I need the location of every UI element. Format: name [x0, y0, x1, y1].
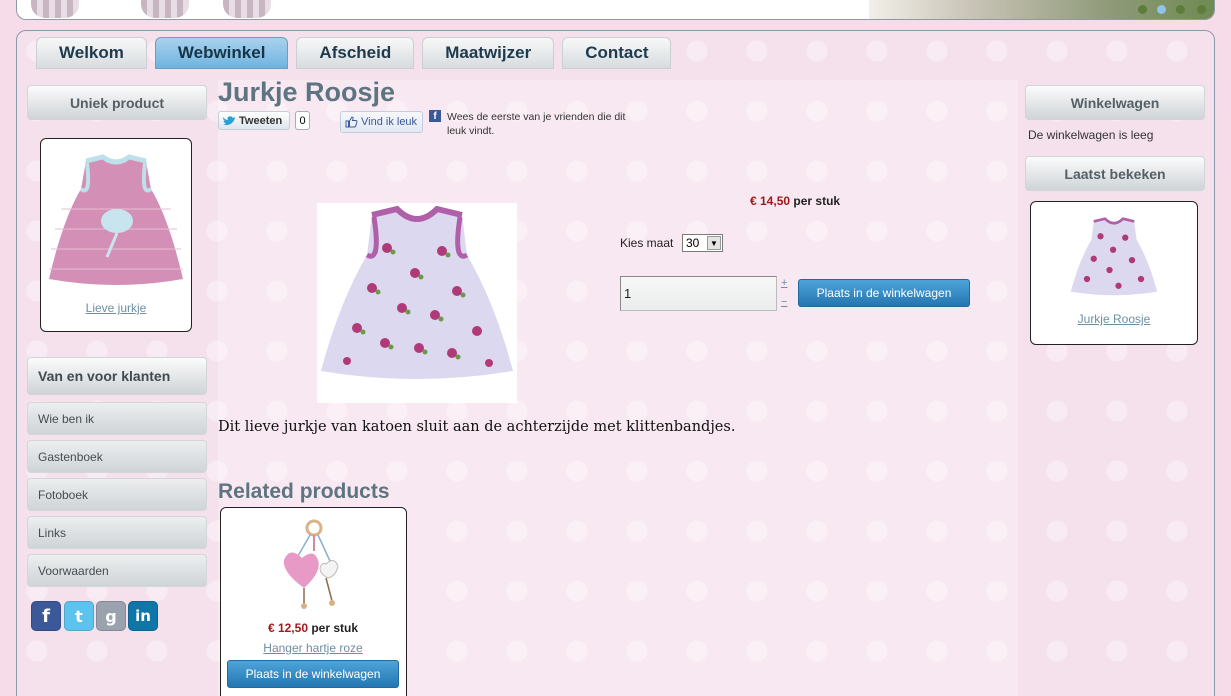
related-price-unit: per stuk — [311, 621, 359, 635]
facebook-social-text: Wees de eerste van je vrienden die dit l… — [447, 111, 626, 137]
unique-product-card: Lieve jurkje — [40, 138, 192, 332]
recent-dress-image[interactable] — [1069, 216, 1159, 306]
tab-contact[interactable]: Contact — [562, 37, 672, 69]
twitter-bird-icon — [223, 115, 235, 125]
related-product-price: € 12,50 per stuk — [220, 621, 406, 635]
price-amount: € 14,50 — [750, 194, 791, 208]
facebook-small-icon: f — [429, 110, 441, 122]
related-add-to-cart-button[interactable]: Plaats in de winkelwagen — [227, 660, 399, 688]
linkedin-icon[interactable]: in — [128, 601, 158, 631]
customers-heading: Van en voor klanten — [27, 357, 207, 395]
like-button[interactable]: Vind ik leuk — [340, 111, 423, 133]
banner-decoration — [141, 0, 189, 18]
add-to-cart-button[interactable]: Plaats in de winkelwagen — [798, 279, 970, 307]
unique-product-link[interactable]: Lieve jurkje — [86, 301, 147, 315]
banner-decoration — [223, 0, 271, 18]
recent-product-link[interactable]: Jurkje Roosje — [1078, 312, 1151, 326]
slide-dot[interactable] — [1157, 5, 1166, 14]
product-image[interactable] — [317, 203, 517, 403]
quantity-input[interactable] — [620, 276, 777, 311]
thumbs-up-icon — [345, 116, 358, 128]
tab-welkom[interactable]: Welkom — [36, 37, 147, 69]
size-label: Kies maat — [620, 236, 674, 250]
chevron-down-icon: ▼ — [707, 236, 721, 250]
product-description: Dit lieve jurkje van katoen sluit aan de… — [218, 419, 736, 435]
unique-product-heading: Uniek product — [27, 85, 207, 120]
related-price-amount: € 12,50 — [267, 621, 308, 635]
sidebar-item-fotoboek[interactable]: Fotoboek — [27, 478, 207, 511]
product-price: € 14,50 per stuk — [750, 194, 840, 208]
like-label: Vind ik leuk — [361, 116, 418, 128]
dress-image[interactable] — [41, 149, 191, 299]
twitter-icon[interactable]: t — [64, 601, 94, 631]
tweet-button[interactable]: Tweeten — [218, 111, 290, 130]
cart-heading: Winkelwagen — [1025, 85, 1205, 120]
facebook-icon[interactable]: f — [31, 601, 61, 631]
tweet-label: Tweeten — [239, 114, 283, 127]
recently-viewed-card: Jurkje Roosje — [1030, 201, 1198, 345]
tweet-count: 0 — [295, 111, 310, 130]
recently-viewed-heading: Laatst bekeken — [1025, 156, 1205, 191]
related-product-link[interactable]: Hanger hartje roze — [220, 641, 406, 655]
sidebar-item-wie-ben-ik[interactable]: Wie ben ik — [27, 402, 207, 435]
banner-decoration — [31, 0, 79, 18]
quantity-increase[interactable]: + — [781, 277, 787, 289]
product-title: Jurkje Roosje — [218, 77, 396, 107]
sidebar-item-voorwaarden[interactable]: Voorwaarden — [27, 554, 207, 587]
tab-webwinkel[interactable]: Webwinkel — [154, 37, 289, 69]
slide-dot[interactable] — [1176, 5, 1185, 14]
tab-afscheid[interactable]: Afscheid — [296, 37, 415, 69]
cart-empty-text: De winkelwagen is leeg — [1028, 128, 1154, 142]
price-unit: per stuk — [793, 194, 841, 208]
google-icon[interactable]: g — [96, 601, 126, 631]
header-banner — [16, 0, 1215, 20]
slide-dot[interactable] — [1197, 5, 1206, 14]
size-select[interactable]: 30 ▼ — [682, 234, 723, 252]
tab-maatwijzer[interactable]: Maatwijzer — [422, 37, 555, 69]
related-products-heading: Related products — [218, 480, 390, 503]
main-navigation: Welkom Webwinkel Afscheid Maatwijzer Con… — [36, 37, 672, 69]
sidebar-item-gastenboek[interactable]: Gastenboek — [27, 440, 207, 473]
size-value: 30 — [686, 236, 700, 250]
slide-dot[interactable] — [1138, 5, 1147, 14]
sidebar-item-links[interactable]: Links — [27, 516, 207, 549]
heart-pendant-image[interactable] — [274, 516, 354, 616]
quantity-decrease[interactable]: − — [781, 296, 787, 308]
